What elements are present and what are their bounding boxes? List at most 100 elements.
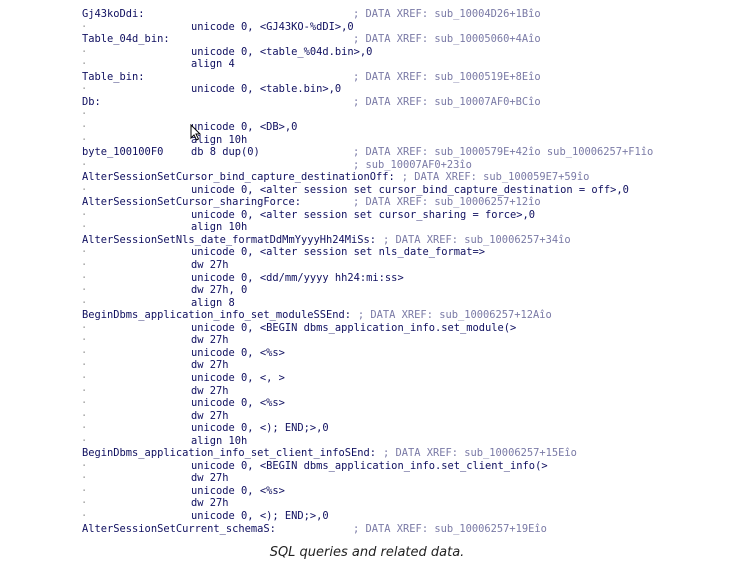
- listing-line[interactable]: · dw 27h: [0, 334, 734, 347]
- listing-line[interactable]: Table_04d_bin: ; DATA XREF: sub_10005060+…: [0, 33, 734, 46]
- listing-line[interactable]: · align 10h: [0, 435, 734, 448]
- instruction[interactable]: unicode 0, <alter session set cursor_bin…: [191, 184, 629, 197]
- listing-line[interactable]: · unicode 0, <DB>,0: [0, 121, 734, 134]
- code-label[interactable]: Gj43koDdi:: [82, 8, 145, 21]
- xref-comment[interactable]: ; sub_10007AF0+23îo: [353, 159, 472, 172]
- code-label[interactable]: AlterSessionSetNls_date_formatDdMmYyyyHh…: [82, 234, 376, 247]
- code-label[interactable]: AlterSessionSetCursor_bind_capture_desti…: [82, 171, 395, 184]
- disassembly-listing[interactable]: Gj43koDdi: ; DATA XREF: sub_10004D26+1Bîo…: [0, 8, 734, 535]
- xref-comment[interactable]: ; DATA XREF: sub_10005060+4Aîo: [353, 33, 541, 46]
- instruction[interactable]: unicode 0, <GJ43KO-%dDI>,0: [191, 21, 354, 34]
- listing-line[interactable]: · ; sub_10007AF0+23îo: [0, 159, 734, 172]
- xref-comment[interactable]: ; DATA XREF: sub_10006257+34îo: [383, 234, 571, 247]
- xref-comment[interactable]: ; DATA XREF: sub_10007AF0+BCîo: [353, 96, 541, 109]
- instruction[interactable]: unicode 0, <); END;>,0: [191, 510, 329, 523]
- instruction[interactable]: dw 27h: [191, 410, 229, 423]
- listing-line[interactable]: · dw 27h: [0, 259, 734, 272]
- listing-line[interactable]: · unicode 0, <%s>: [0, 347, 734, 360]
- listing-line[interactable]: · dw 27h, 0: [0, 284, 734, 297]
- xref-comment[interactable]: ; DATA XREF: sub_10006257+19Eîo: [353, 523, 547, 535]
- listing-line[interactable]: AlterSessionSetCursor_sharingForce: ; DAT…: [0, 196, 734, 209]
- instruction[interactable]: dw 27h: [191, 472, 229, 485]
- instruction[interactable]: dw 27h: [191, 385, 229, 398]
- listing-line[interactable]: ·: [0, 108, 734, 121]
- listing-line[interactable]: · dw 27h: [0, 359, 734, 372]
- instruction[interactable]: unicode 0, <DB>,0: [191, 121, 297, 134]
- instruction[interactable]: align 10h: [191, 435, 247, 448]
- code-label[interactable]: AlterSessionSetCursor_sharingForce:: [82, 196, 301, 209]
- listing-line[interactable]: · unicode 0, <%s>: [0, 485, 734, 498]
- xref-comment[interactable]: ; DATA XREF: sub_10006257+12îo: [353, 196, 541, 209]
- instruction[interactable]: unicode 0, <%s>: [191, 397, 285, 410]
- listing-line[interactable]: · unicode 0, <BEGIN dbms_application_info…: [0, 322, 734, 335]
- listing-line[interactable]: · unicode 0, <); END;>,0: [0, 422, 734, 435]
- code-label[interactable]: BeginDbms_application_info_set_moduleSSE…: [82, 309, 351, 322]
- line-marker: ·: [81, 83, 88, 96]
- listing-line[interactable]: AlterSessionSetNls_date_formatDdMmYyyyHh…: [0, 234, 734, 247]
- instruction[interactable]: unicode 0, <table.bin>,0: [191, 83, 341, 96]
- listing-line[interactable]: · unicode 0, <alter session set nls_date_…: [0, 246, 734, 259]
- instruction[interactable]: unicode 0, <, >: [191, 372, 285, 385]
- instruction[interactable]: db 8 dup(0): [191, 146, 260, 159]
- line-marker: ·: [81, 334, 88, 347]
- listing-line[interactable]: Db: ; DATA XREF: sub_10007AF0+BCîo: [0, 96, 734, 109]
- instruction[interactable]: unicode 0, <); END;>,0: [191, 422, 329, 435]
- listing-line[interactable]: · unicode 0, <BEGIN dbms_application_info…: [0, 460, 734, 473]
- listing-line[interactable]: Table_bin: ; DATA XREF: sub_1000519E+8Eîo: [0, 71, 734, 84]
- listing-line[interactable]: · unicode 0, <alter session set cursor_bi…: [0, 184, 734, 197]
- listing-line[interactable]: BeginDbms_application_info_set_client_in…: [0, 447, 734, 460]
- xref-comment[interactable]: ; DATA XREF: sub_10004D26+1Bîo: [353, 8, 541, 21]
- listing-line[interactable]: BeginDbms_application_info_set_moduleSSE…: [0, 309, 734, 322]
- instruction[interactable]: align 4: [191, 58, 235, 71]
- code-label[interactable]: byte_100100F0: [82, 146, 163, 159]
- code-label[interactable]: Table_bin:: [82, 71, 145, 84]
- listing-line[interactable]: byte_100100F0 db 8 dup(0) ; DATA XREF: sub…: [0, 146, 734, 159]
- listing-line[interactable]: · dw 27h: [0, 472, 734, 485]
- instruction[interactable]: unicode 0, <table_%04d.bin>,0: [191, 46, 372, 59]
- listing-line[interactable]: · unicode 0, <alter session set cursor_sh…: [0, 209, 734, 222]
- xref-comment[interactable]: ; DATA XREF: sub_10006257+12Aîo: [358, 309, 552, 322]
- line-marker: ·: [81, 120, 88, 133]
- code-label[interactable]: AlterSessionSetCurrent_schemaS:: [82, 523, 276, 535]
- listing-line[interactable]: · unicode 0, <table.bin>,0: [0, 83, 734, 96]
- code-label[interactable]: Table_04d_bin:: [82, 33, 170, 46]
- listing-line[interactable]: · unicode 0, <GJ43KO-%dDI>,0: [0, 21, 734, 34]
- code-label[interactable]: BeginDbms_application_info_set_client_in…: [82, 447, 376, 460]
- line-marker: ·: [81, 20, 88, 33]
- listing-line[interactable]: AlterSessionSetCurrent_schemaS: ; DATA XR…: [0, 523, 734, 535]
- listing-line[interactable]: · unicode 0, <table_%04d.bin>,0: [0, 46, 734, 59]
- listing-line[interactable]: · align 10h: [0, 221, 734, 234]
- listing-line[interactable]: · dw 27h: [0, 385, 734, 398]
- instruction[interactable]: dw 27h, 0: [191, 284, 247, 297]
- listing-line[interactable]: · unicode 0, <%s>: [0, 397, 734, 410]
- instruction[interactable]: align 8: [191, 297, 235, 310]
- instruction[interactable]: unicode 0, <alter session set cursor_sha…: [191, 209, 535, 222]
- listing-line[interactable]: · dw 27h: [0, 497, 734, 510]
- instruction[interactable]: unicode 0, <BEGIN dbms_application_info.…: [191, 322, 516, 335]
- listing-line[interactable]: · align 4: [0, 58, 734, 71]
- line-marker: ·: [81, 284, 88, 297]
- listing-line[interactable]: · unicode 0, <dd/mm/yyyy hh24:mi:ss>: [0, 272, 734, 285]
- instruction[interactable]: dw 27h: [191, 497, 229, 510]
- instruction[interactable]: dw 27h: [191, 259, 229, 272]
- instruction[interactable]: unicode 0, <%s>: [191, 347, 285, 360]
- instruction[interactable]: unicode 0, <alter session set nls_date_f…: [191, 246, 485, 259]
- instruction[interactable]: unicode 0, <dd/mm/yyyy hh24:mi:ss>: [191, 272, 404, 285]
- instruction[interactable]: unicode 0, <%s>: [191, 485, 285, 498]
- instruction[interactable]: unicode 0, <BEGIN dbms_application_info.…: [191, 460, 548, 473]
- xref-comment[interactable]: ; DATA XREF: sub_10006257+15Eîo: [383, 447, 577, 460]
- listing-line[interactable]: · unicode 0, <); END;>,0: [0, 510, 734, 523]
- code-label[interactable]: Db:: [82, 96, 101, 109]
- xref-comment[interactable]: ; DATA XREF: sub_100059E7+59îo: [402, 171, 590, 184]
- xref-comment[interactable]: ; DATA XREF: sub_1000519E+8Eîo: [353, 71, 541, 84]
- listing-line[interactable]: · dw 27h: [0, 410, 734, 423]
- listing-line[interactable]: AlterSessionSetCursor_bind_capture_desti…: [0, 171, 734, 184]
- listing-line[interactable]: · unicode 0, <, >: [0, 372, 734, 385]
- instruction[interactable]: dw 27h: [191, 334, 229, 347]
- instruction[interactable]: align 10h: [191, 221, 247, 234]
- xref-comment[interactable]: ; DATA XREF: sub_1000579E+42îo sub_10006…: [353, 146, 653, 159]
- instruction[interactable]: dw 27h: [191, 359, 229, 372]
- listing-line[interactable]: Gj43koDdi: ; DATA XREF: sub_10004D26+1Bîo: [0, 8, 734, 21]
- listing-line[interactable]: · align 10h: [0, 134, 734, 147]
- listing-line[interactable]: · align 8: [0, 297, 734, 310]
